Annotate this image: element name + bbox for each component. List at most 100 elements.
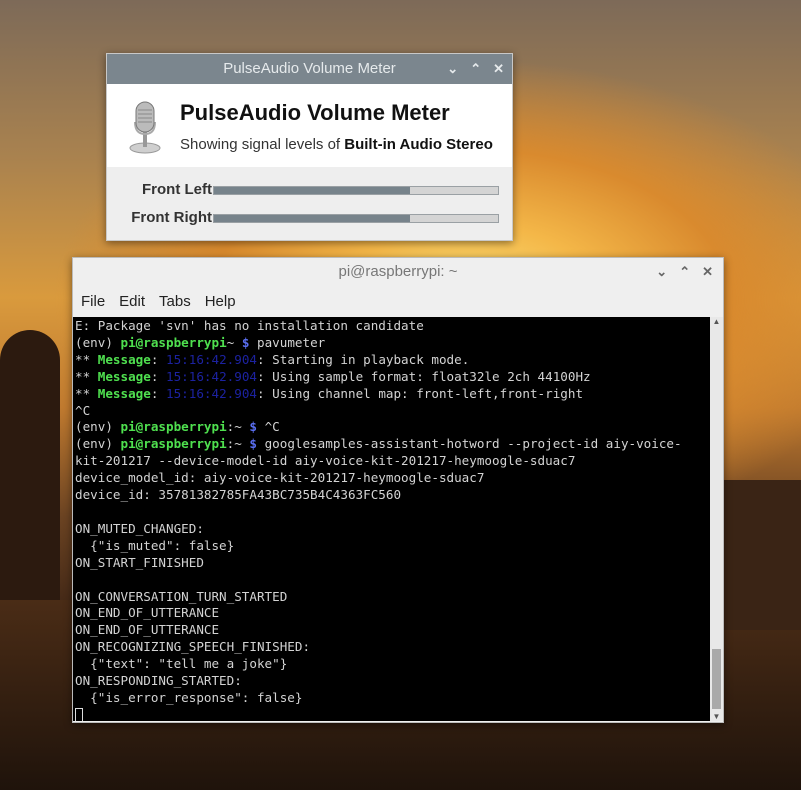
terminal-line: (env) pi@raspberrypi~ $ pavumeter	[75, 335, 710, 352]
terminal-line: ^C	[75, 403, 710, 420]
terminal-text: :	[150, 351, 166, 367]
prompt-user: pi@raspberrypi	[120, 419, 227, 435]
terminal-line: ** Message: 15:16:42.904: Using channel …	[75, 386, 710, 403]
terminal-text: :~	[226, 419, 242, 435]
scrollbar[interactable]: ▲ ▼	[710, 317, 723, 721]
terminal-line: ON_RESPONDING_STARTED:	[75, 673, 710, 690]
level-fill	[214, 187, 410, 194]
menu-bar: File Edit Tabs Help	[73, 286, 723, 316]
menu-help[interactable]: Help	[205, 293, 236, 310]
terminal-text: (env)	[75, 334, 121, 350]
prompt-user: Message	[97, 368, 151, 384]
terminal-line: ON_RECOGNIZING_SPEECH_FINISHED:	[75, 639, 710, 656]
title-bar[interactable]: pi@raspberrypi: ~ ⌄ ⌃ ✕	[73, 258, 723, 286]
terminal-text: ^C	[75, 402, 91, 418]
channel-front-right: Front Right	[107, 209, 512, 229]
menu-file[interactable]: File	[81, 293, 105, 310]
channel-label: Front Right	[131, 209, 212, 226]
terminal-line: {"text": "tell me a joke"}	[75, 656, 710, 673]
prompt-user: Message	[97, 385, 151, 401]
terminal-text: {"is_muted": false}	[75, 537, 235, 553]
volume-meter-window: PulseAudio Volume Meter ⌄ ⌃ ✕ PulseAudio…	[106, 53, 513, 241]
minimize-icon[interactable]: ⌄	[656, 258, 667, 286]
scroll-down-icon[interactable]: ▼	[710, 712, 723, 721]
terminal-text: googlesamples-assistant-hotword --projec…	[257, 436, 682, 452]
terminal-line: device_id: 35781382785FA43BC735B4C4363FC…	[75, 487, 710, 504]
channel-front-left: Front Left	[107, 181, 512, 201]
terminal-text: {"is_error_response": false}	[75, 689, 303, 705]
terminal-cursor	[75, 708, 83, 721]
terminal-text: kit-201217 --device-model-id aiy-voice-k…	[75, 453, 576, 469]
terminal-line: ** Message: 15:16:42.904: Using sample f…	[75, 369, 710, 386]
terminal-text: **	[75, 385, 98, 401]
terminal-text: ON_MUTED_CHANGED:	[75, 520, 204, 536]
maximize-icon[interactable]: ⌃	[679, 258, 690, 286]
window-title: pi@raspberrypi: ~	[338, 263, 458, 280]
terminal-line: ON_START_FINISHED	[75, 555, 710, 572]
terminal-text: ON_RECOGNIZING_SPEECH_FINISHED:	[75, 639, 311, 655]
terminal-line: E: Package 'svn' has no installation can…	[75, 318, 710, 335]
terminal-output[interactable]: E: Package 'svn' has no installation can…	[73, 317, 710, 721]
terminal-text: : Using channel map: front-left,front-ri…	[257, 385, 584, 401]
channel-label: Front Left	[142, 181, 212, 198]
maximize-icon[interactable]: ⌃	[470, 54, 481, 84]
terminal-line: ** Message: 15:16:42.904: Starting in pl…	[75, 352, 710, 369]
terminal-line: ON_CONVERSATION_TURN_STARTED	[75, 589, 710, 606]
terminal-window: pi@raspberrypi: ~ ⌄ ⌃ ✕ File Edit Tabs H…	[72, 257, 724, 723]
prompt-user: pi@raspberrypi	[120, 334, 227, 350]
subtitle: Showing signal levels of Built-in Audio …	[180, 136, 493, 153]
terminal-line: ​	[75, 504, 710, 521]
terminal-line: kit-201217 --device-model-id aiy-voice-k…	[75, 453, 710, 470]
terminal-line: device_model_id: aiy-voice-kit-201217-he…	[75, 470, 710, 487]
device-name: Built-in Audio Stereo	[344, 136, 493, 153]
terminal-text: E: Package 'svn' has no installation can…	[75, 318, 424, 333]
terminal-text: ON_CONVERSATION_TURN_STARTED	[75, 588, 288, 604]
terminal-text: ON_START_FINISHED	[75, 554, 204, 570]
level-bar	[213, 186, 499, 195]
heading: PulseAudio Volume Meter	[180, 100, 450, 125]
window-title: PulseAudio Volume Meter	[223, 60, 396, 77]
terminal-text: :	[150, 368, 166, 384]
terminal-text: $	[234, 334, 250, 350]
level-bar	[213, 214, 499, 223]
menu-tabs[interactable]: Tabs	[159, 293, 191, 310]
scroll-up-icon[interactable]: ▲	[710, 317, 723, 326]
title-bar[interactable]: PulseAudio Volume Meter ⌄ ⌃ ✕	[107, 54, 512, 84]
terminal-line: ON_MUTED_CHANGED:	[75, 521, 710, 538]
terminal-line: {"is_muted": false}	[75, 538, 710, 555]
level-fill	[214, 215, 410, 222]
terminal-line: (env) pi@raspberrypi:~ $ ^C	[75, 419, 710, 436]
terminal-text: device_model_id: aiy-voice-kit-201217-he…	[75, 470, 485, 486]
terminal-text: $	[241, 436, 257, 452]
subtitle-prefix: Showing signal levels of	[180, 136, 345, 153]
terminal-text: device_id: 35781382785FA43BC735B4C4363FC…	[75, 487, 402, 503]
terminal-line: ON_END_OF_UTTERANCE	[75, 605, 710, 622]
timestamp: 15:16:42.904	[166, 368, 257, 384]
desktop-silhouette	[724, 480, 801, 630]
terminal-text: ON_END_OF_UTTERANCE	[75, 622, 220, 638]
scrollbar-thumb[interactable]	[712, 649, 721, 709]
prompt-user: Message	[97, 351, 151, 367]
terminal-line: ​	[75, 572, 710, 589]
minimize-icon[interactable]: ⌄	[447, 54, 458, 84]
terminal-line: (env) pi@raspberrypi:~ $ googlesamples-a…	[75, 436, 710, 453]
terminal-text: : Using sample format: float32le 2ch 441…	[257, 368, 591, 384]
terminal-line: ON_END_OF_UTTERANCE	[75, 622, 710, 639]
terminal-text: (env)	[75, 436, 121, 452]
terminal-text: $	[241, 419, 257, 435]
timestamp: 15:16:42.904	[166, 385, 257, 401]
terminal-line: {"is_error_response": false}	[75, 690, 710, 707]
prompt-user: pi@raspberrypi	[120, 436, 227, 452]
terminal-text: ON_RESPONDING_STARTED:	[75, 673, 242, 689]
close-icon[interactable]: ✕	[702, 258, 713, 286]
terminal-text: **	[75, 368, 98, 384]
close-icon[interactable]: ✕	[493, 54, 504, 84]
timestamp: 15:16:42.904	[166, 351, 257, 367]
terminal-text: :~	[226, 436, 242, 452]
terminal-text: **	[75, 351, 98, 367]
menu-edit[interactable]: Edit	[119, 293, 145, 310]
terminal-text: pavumeter	[249, 334, 326, 350]
terminal-text: (env)	[75, 419, 121, 435]
microphone-icon	[129, 101, 161, 154]
terminal-text: {"text": "tell me a joke"}	[75, 656, 288, 672]
